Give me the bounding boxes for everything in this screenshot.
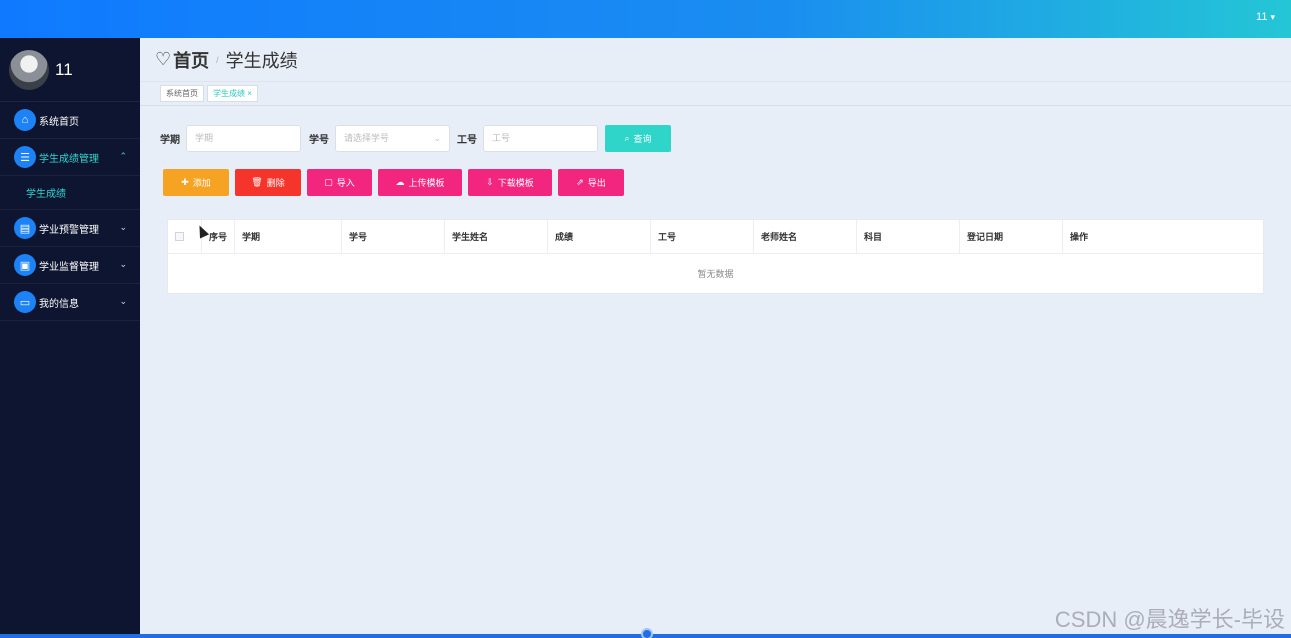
import-button-label: 导入 bbox=[336, 178, 355, 188]
watermark: CSDN @晨逸学长-毕设 bbox=[1054, 607, 1285, 632]
scores-table: 序号 学期 学号 学生姓名 成绩 工号 老师姓名 科目 登记日期 操作 暂无数据 bbox=[167, 219, 1264, 294]
search-icon: ⌕ bbox=[624, 133, 630, 143]
import-icon: ▢ bbox=[324, 177, 333, 187]
user-menu[interactable]: 11 ▾ bbox=[1256, 11, 1275, 23]
student-no-select[interactable]: 请选择学号 ⌄ bbox=[335, 125, 450, 152]
sidebar-item-home[interactable]: ⌂ 系统首页 bbox=[0, 102, 140, 139]
avatar bbox=[9, 49, 49, 90]
heart-icon: ♡ bbox=[155, 49, 172, 69]
term-label: 学期 bbox=[160, 135, 180, 146]
term-placeholder: 学期 bbox=[195, 133, 214, 143]
sidebar: 11 ⌂ 系统首页 ☰ 学生成绩管理 ⌃ 学生成绩 ▤ 学业预警管理 ⌄ ▣ 学… bbox=[0, 38, 140, 638]
scroll-handle[interactable] bbox=[641, 628, 653, 638]
sidebar-item-label: 系统首页 bbox=[39, 116, 79, 128]
search-form: 学期 学期 学号 请选择学号 ⌄ 工号 工号 ⌕ 查询 bbox=[160, 125, 671, 152]
staff-no-input[interactable]: 工号 bbox=[483, 125, 598, 152]
main-content: ♡ 首页 / 学生成绩 系统首页 学生成绩 × 学期 学期 学号 请选择学号 ⌄… bbox=[140, 38, 1291, 634]
chevron-down-icon: ⌄ bbox=[119, 259, 127, 269]
sidebar-item-supervision-management[interactable]: ▣ 学业监督管理 ⌄ bbox=[0, 247, 140, 284]
column-header[interactable]: 科目 bbox=[857, 220, 960, 253]
download-icon: ⇩ bbox=[486, 177, 494, 187]
empty-state: 暂无数据 bbox=[697, 269, 734, 279]
export-button[interactable]: ⇗ 导出 bbox=[558, 169, 624, 196]
column-header[interactable]: 登记日期 bbox=[960, 220, 1063, 253]
download-template-button[interactable]: ⇩ 下载模板 bbox=[468, 169, 552, 196]
column-header: 操作 bbox=[1070, 232, 1089, 242]
download-template-label: 下载模板 bbox=[497, 178, 534, 188]
staff-no-placeholder: 工号 bbox=[492, 133, 511, 143]
search-button-label: 查询 bbox=[633, 134, 652, 144]
profile-name: 11 bbox=[55, 59, 73, 79]
breadcrumb: ♡ 首页 / 学生成绩 bbox=[140, 38, 1291, 82]
cloud-upload-icon: ☁ bbox=[395, 177, 405, 187]
action-bar: ✚ 添加 🗑 删除 ▢ 导入 ☁ 上传模板 ⇩ 下载模板 ⇗ 导出 bbox=[163, 169, 630, 196]
breadcrumb-separator: / bbox=[216, 54, 219, 65]
column-header[interactable]: 学生姓名 bbox=[445, 220, 548, 253]
sidebar-item-my-info[interactable]: ▭ 我的信息 ⌄ bbox=[0, 284, 140, 321]
top-bar: 11 ▾ bbox=[0, 0, 1291, 38]
briefcase-icon: ▣ bbox=[14, 254, 36, 276]
student-no-placeholder: 请选择学号 bbox=[344, 133, 390, 143]
add-button[interactable]: ✚ 添加 bbox=[163, 169, 229, 196]
table-header: 序号 学期 学号 学生姓名 成绩 工号 老师姓名 科目 登记日期 操作 bbox=[168, 220, 1263, 254]
username-label: 11 bbox=[1256, 11, 1268, 23]
chevron-up-icon: ⌃ bbox=[119, 151, 127, 161]
chevron-down-icon: ⌄ bbox=[119, 222, 127, 232]
list-icon: ☰ bbox=[14, 146, 36, 168]
sidebar-item-warning-management[interactable]: ▤ 学业预警管理 ⌄ bbox=[0, 210, 140, 247]
tab-scores[interactable]: 学生成绩 × bbox=[207, 85, 258, 102]
message-icon: ▤ bbox=[14, 217, 36, 239]
card-icon: ▭ bbox=[14, 291, 36, 313]
chevron-down-icon: ⌄ bbox=[433, 133, 441, 143]
delete-button-label: 删除 bbox=[266, 178, 285, 188]
sidebar-profile: 11 bbox=[0, 38, 140, 102]
staff-no-label: 工号 bbox=[457, 135, 477, 146]
export-icon: ⇗ bbox=[576, 177, 584, 187]
column-header[interactable]: 学号 bbox=[342, 220, 445, 253]
chevron-down-icon: ⌄ bbox=[119, 296, 127, 306]
column-header[interactable]: 老师姓名 bbox=[754, 220, 857, 253]
sidebar-item-label: 学生成绩管理 bbox=[39, 153, 99, 165]
search-button[interactable]: ⌕ 查询 bbox=[605, 125, 671, 152]
tab-bar: 系统首页 学生成绩 × bbox=[140, 82, 1291, 106]
term-input[interactable]: 学期 bbox=[186, 125, 301, 152]
select-all-cell bbox=[168, 220, 202, 253]
home-icon: ⌂ bbox=[14, 109, 36, 131]
tab-home[interactable]: 系统首页 bbox=[160, 85, 204, 102]
select-all-checkbox[interactable] bbox=[175, 232, 184, 241]
page-title: 学生成绩 bbox=[225, 50, 298, 71]
sidebar-subitem-scores[interactable]: 学生成绩 bbox=[0, 176, 140, 210]
upload-template-button[interactable]: ☁ 上传模板 bbox=[378, 169, 462, 196]
column-header[interactable]: 序号 bbox=[202, 220, 235, 253]
breadcrumb-home[interactable]: 首页 bbox=[173, 47, 209, 73]
sidebar-item-label: 学业预警管理 bbox=[39, 224, 99, 236]
sidebar-item-label: 我的信息 bbox=[39, 298, 79, 310]
column-header[interactable]: 学期 bbox=[235, 220, 342, 253]
column-header[interactable]: 成绩 bbox=[548, 220, 651, 253]
caret-down-icon: ▾ bbox=[1270, 12, 1275, 22]
export-button-label: 导出 bbox=[587, 178, 606, 188]
sidebar-item-label: 学业监督管理 bbox=[39, 261, 99, 273]
trash-icon: 🗑 bbox=[251, 177, 263, 187]
student-no-label: 学号 bbox=[309, 135, 329, 146]
upload-template-label: 上传模板 bbox=[408, 178, 445, 188]
sidebar-subitem-label: 学生成绩 bbox=[26, 189, 66, 200]
plus-icon: ✚ bbox=[181, 177, 189, 187]
bottom-scrollbar[interactable] bbox=[0, 628, 1291, 638]
column-header[interactable]: 工号 bbox=[651, 220, 754, 253]
import-button[interactable]: ▢ 导入 bbox=[307, 169, 372, 196]
add-button-label: 添加 bbox=[192, 178, 211, 188]
sidebar-item-score-management[interactable]: ☰ 学生成绩管理 ⌃ bbox=[0, 139, 140, 176]
delete-button[interactable]: 🗑 删除 bbox=[235, 169, 301, 196]
